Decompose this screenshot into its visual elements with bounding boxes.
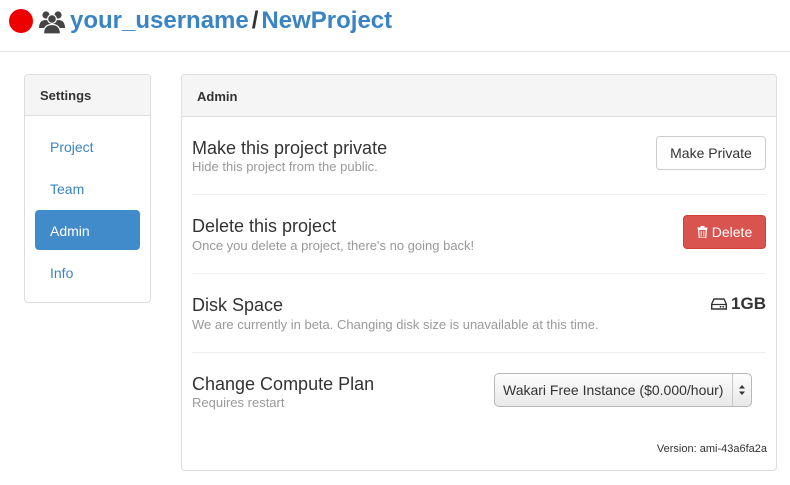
trash-icon	[697, 226, 708, 238]
project-link[interactable]: NewProject	[261, 7, 392, 34]
username-link[interactable]: your_username	[70, 7, 249, 34]
users-icon	[39, 11, 65, 34]
hdd-icon	[711, 298, 728, 310]
sidebar-title: Settings	[25, 75, 150, 116]
page-header: your_username / NewProject	[0, 0, 790, 52]
compute-plan-select[interactable]: Wakari Free Instance ($0.000/hour)	[494, 373, 752, 407]
delete-button[interactable]: Delete	[683, 215, 766, 249]
sidebar-item-info[interactable]: Info	[35, 252, 140, 292]
disk-title: Disk Space	[192, 295, 284, 315]
breadcrumb-separator: /	[251, 7, 259, 34]
admin-panel: Admin Make this project private Hide thi…	[181, 74, 777, 471]
delete-subtitle: Once you delete a project, there's no go…	[192, 238, 475, 253]
settings-nav: Project Team Admin Info	[25, 116, 150, 292]
sidebar-item-project[interactable]: Project	[35, 126, 140, 166]
compute-subtitle: Requires restart	[192, 395, 285, 410]
disk-section: Disk Space We are currently in beta. Cha…	[192, 274, 766, 353]
sidebar-item-team[interactable]: Team	[35, 168, 140, 208]
sidebar-item-admin[interactable]: Admin	[35, 210, 140, 250]
delete-title: Delete this project	[192, 216, 337, 236]
updown-chevron-icon	[732, 374, 751, 406]
private-title: Make this project private	[192, 138, 388, 158]
compute-plan-selected: Wakari Free Instance ($0.000/hour)	[503, 382, 724, 398]
header-divider	[0, 51, 790, 52]
disk-subtitle: We are currently in beta. Changing disk …	[192, 317, 599, 332]
page-title: your_username / NewProject	[70, 6, 392, 36]
delete-button-label: Delete	[711, 224, 753, 240]
make-private-button[interactable]: Make Private	[656, 136, 766, 170]
compute-title: Change Compute Plan	[192, 374, 375, 394]
disk-size: 1GB	[711, 294, 766, 314]
disk-size-value: 1GB	[731, 294, 766, 313]
private-subtitle: Hide this project from the public.	[192, 159, 378, 174]
version-label: Version: ami-43a6fa2a	[656, 443, 767, 455]
delete-section: Delete this project Once you delete a pr…	[192, 195, 766, 274]
private-section: Make this project private Hide this proj…	[192, 117, 766, 195]
compute-section: Change Compute Plan Requires restart Wak…	[192, 353, 766, 433]
status-indicator-icon	[9, 9, 33, 33]
admin-panel-title: Admin	[182, 75, 776, 117]
settings-sidebar: Settings Project Team Admin Info	[24, 74, 151, 303]
